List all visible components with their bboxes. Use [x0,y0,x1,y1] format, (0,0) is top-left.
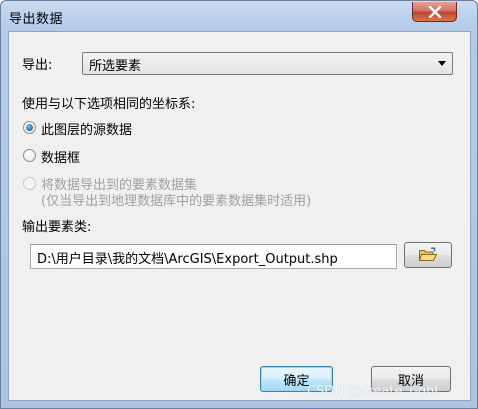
output-feature-class-label: 输出要素类: [22,220,92,235]
dialog-body: 导出: 所选要素 使用与以下选项相同的坐标系: 此图层的源数据 数据框 将数据导… [8,31,471,401]
export-selection-value: 所选要素 [89,59,142,74]
browse-button[interactable] [404,242,452,268]
dialog-title: 导出数据 [9,12,64,27]
title-bar[interactable]: 导出数据 [1,1,477,31]
radio-label-data-frame: 数据框 [41,151,81,166]
radio-label-source-data: 此图层的源数据 [41,123,133,138]
radio-feature-dataset [23,177,36,190]
dialog-window: 导出数据 导出: 所选要素 使用与以下选项相同的坐标系: 此图层的源数据 数据框… [0,0,478,409]
export-selection-dropdown[interactable]: 所选要素 [82,52,453,75]
radio-sublabel-feature-dataset: (仅当导出到地理数据库中的要素数据集时适用) [41,194,312,209]
close-icon [428,5,441,18]
watermark: CSDN @create_right [307,384,440,399]
radio-source-data[interactable] [23,121,36,134]
output-path-field[interactable]: D:\用户目录\我的文档\ArcGIS\Export_Output.shp [30,244,397,269]
export-label: 导出: [22,58,53,73]
coordinate-system-heading: 使用与以下选项相同的坐标系: [22,97,196,112]
chevron-down-icon [438,61,446,66]
close-button[interactable] [412,2,457,22]
open-folder-icon [418,247,438,261]
output-path-value: D:\用户目录\我的文档\ArcGIS\Export_Output.shp [37,252,338,267]
radio-data-frame[interactable] [23,149,36,162]
